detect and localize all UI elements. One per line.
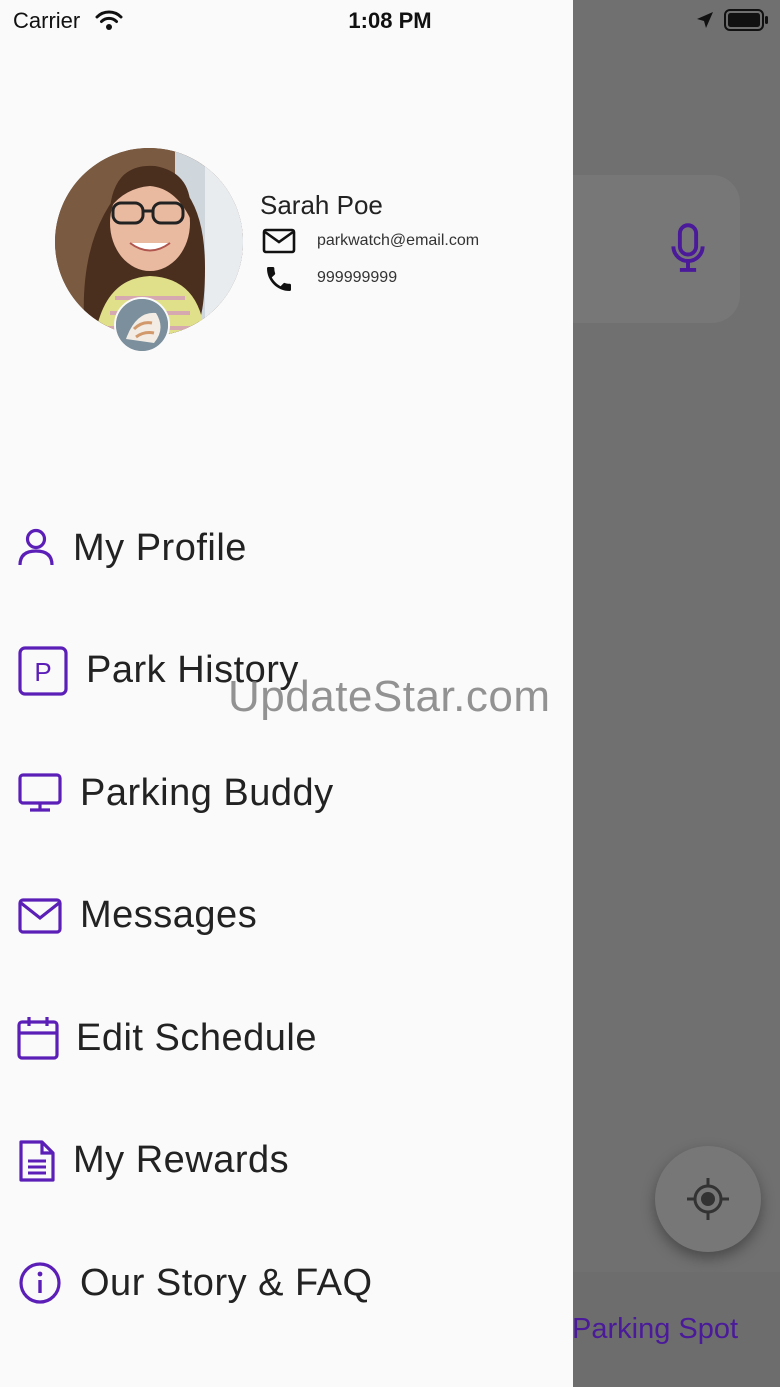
menu-label: My Rewards: [73, 1138, 290, 1181]
info-icon: [18, 1261, 62, 1305]
microphone-icon: [671, 223, 705, 272]
phone-icon: [267, 267, 291, 291]
user-phone: 999999999: [317, 269, 398, 286]
user-email: parkwatch@email.com: [317, 232, 480, 249]
parking-icon: P: [18, 646, 68, 696]
menu-item-our-story-faq[interactable]: Our Story & FAQ: [0, 1238, 573, 1328]
avatar-badge: [114, 297, 170, 353]
status-bar: Carrier 1:08 PM: [0, 0, 780, 40]
menu-item-my-rewards[interactable]: My Rewards: [0, 1115, 573, 1205]
location-arrow-icon: [697, 12, 713, 28]
menu-label: Messages: [80, 893, 258, 936]
menu-label: Edit Schedule: [76, 1016, 317, 1059]
my-location-button: [655, 1146, 761, 1252]
svg-text:P: P: [34, 657, 51, 687]
menu-label: My Profile: [73, 526, 247, 569]
calendar-icon: [17, 1015, 59, 1061]
crosshair-icon: [687, 1178, 729, 1220]
email-icon: [262, 228, 296, 254]
menu-item-parking-buddy[interactable]: Parking Buddy: [0, 748, 573, 838]
user-name: Sarah Poe: [260, 190, 383, 220]
document-icon: [18, 1139, 56, 1183]
battery-icon: [724, 9, 768, 31]
menu-item-messages[interactable]: Messages: [0, 870, 573, 960]
status-time: 1:08 PM: [348, 8, 432, 33]
menu-label: Parking Buddy: [80, 771, 334, 814]
menu-item-my-profile[interactable]: My Profile: [0, 503, 573, 593]
mail-icon: [18, 898, 62, 934]
watermark: UpdateStar.com: [228, 672, 551, 721]
monitor-icon: [18, 773, 62, 813]
parking-spot-label: Parking Spot: [572, 1313, 739, 1345]
person-icon: [16, 527, 56, 569]
menu-item-edit-schedule[interactable]: Edit Schedule: [0, 993, 573, 1083]
menu-label: Our Story & FAQ: [80, 1261, 373, 1304]
